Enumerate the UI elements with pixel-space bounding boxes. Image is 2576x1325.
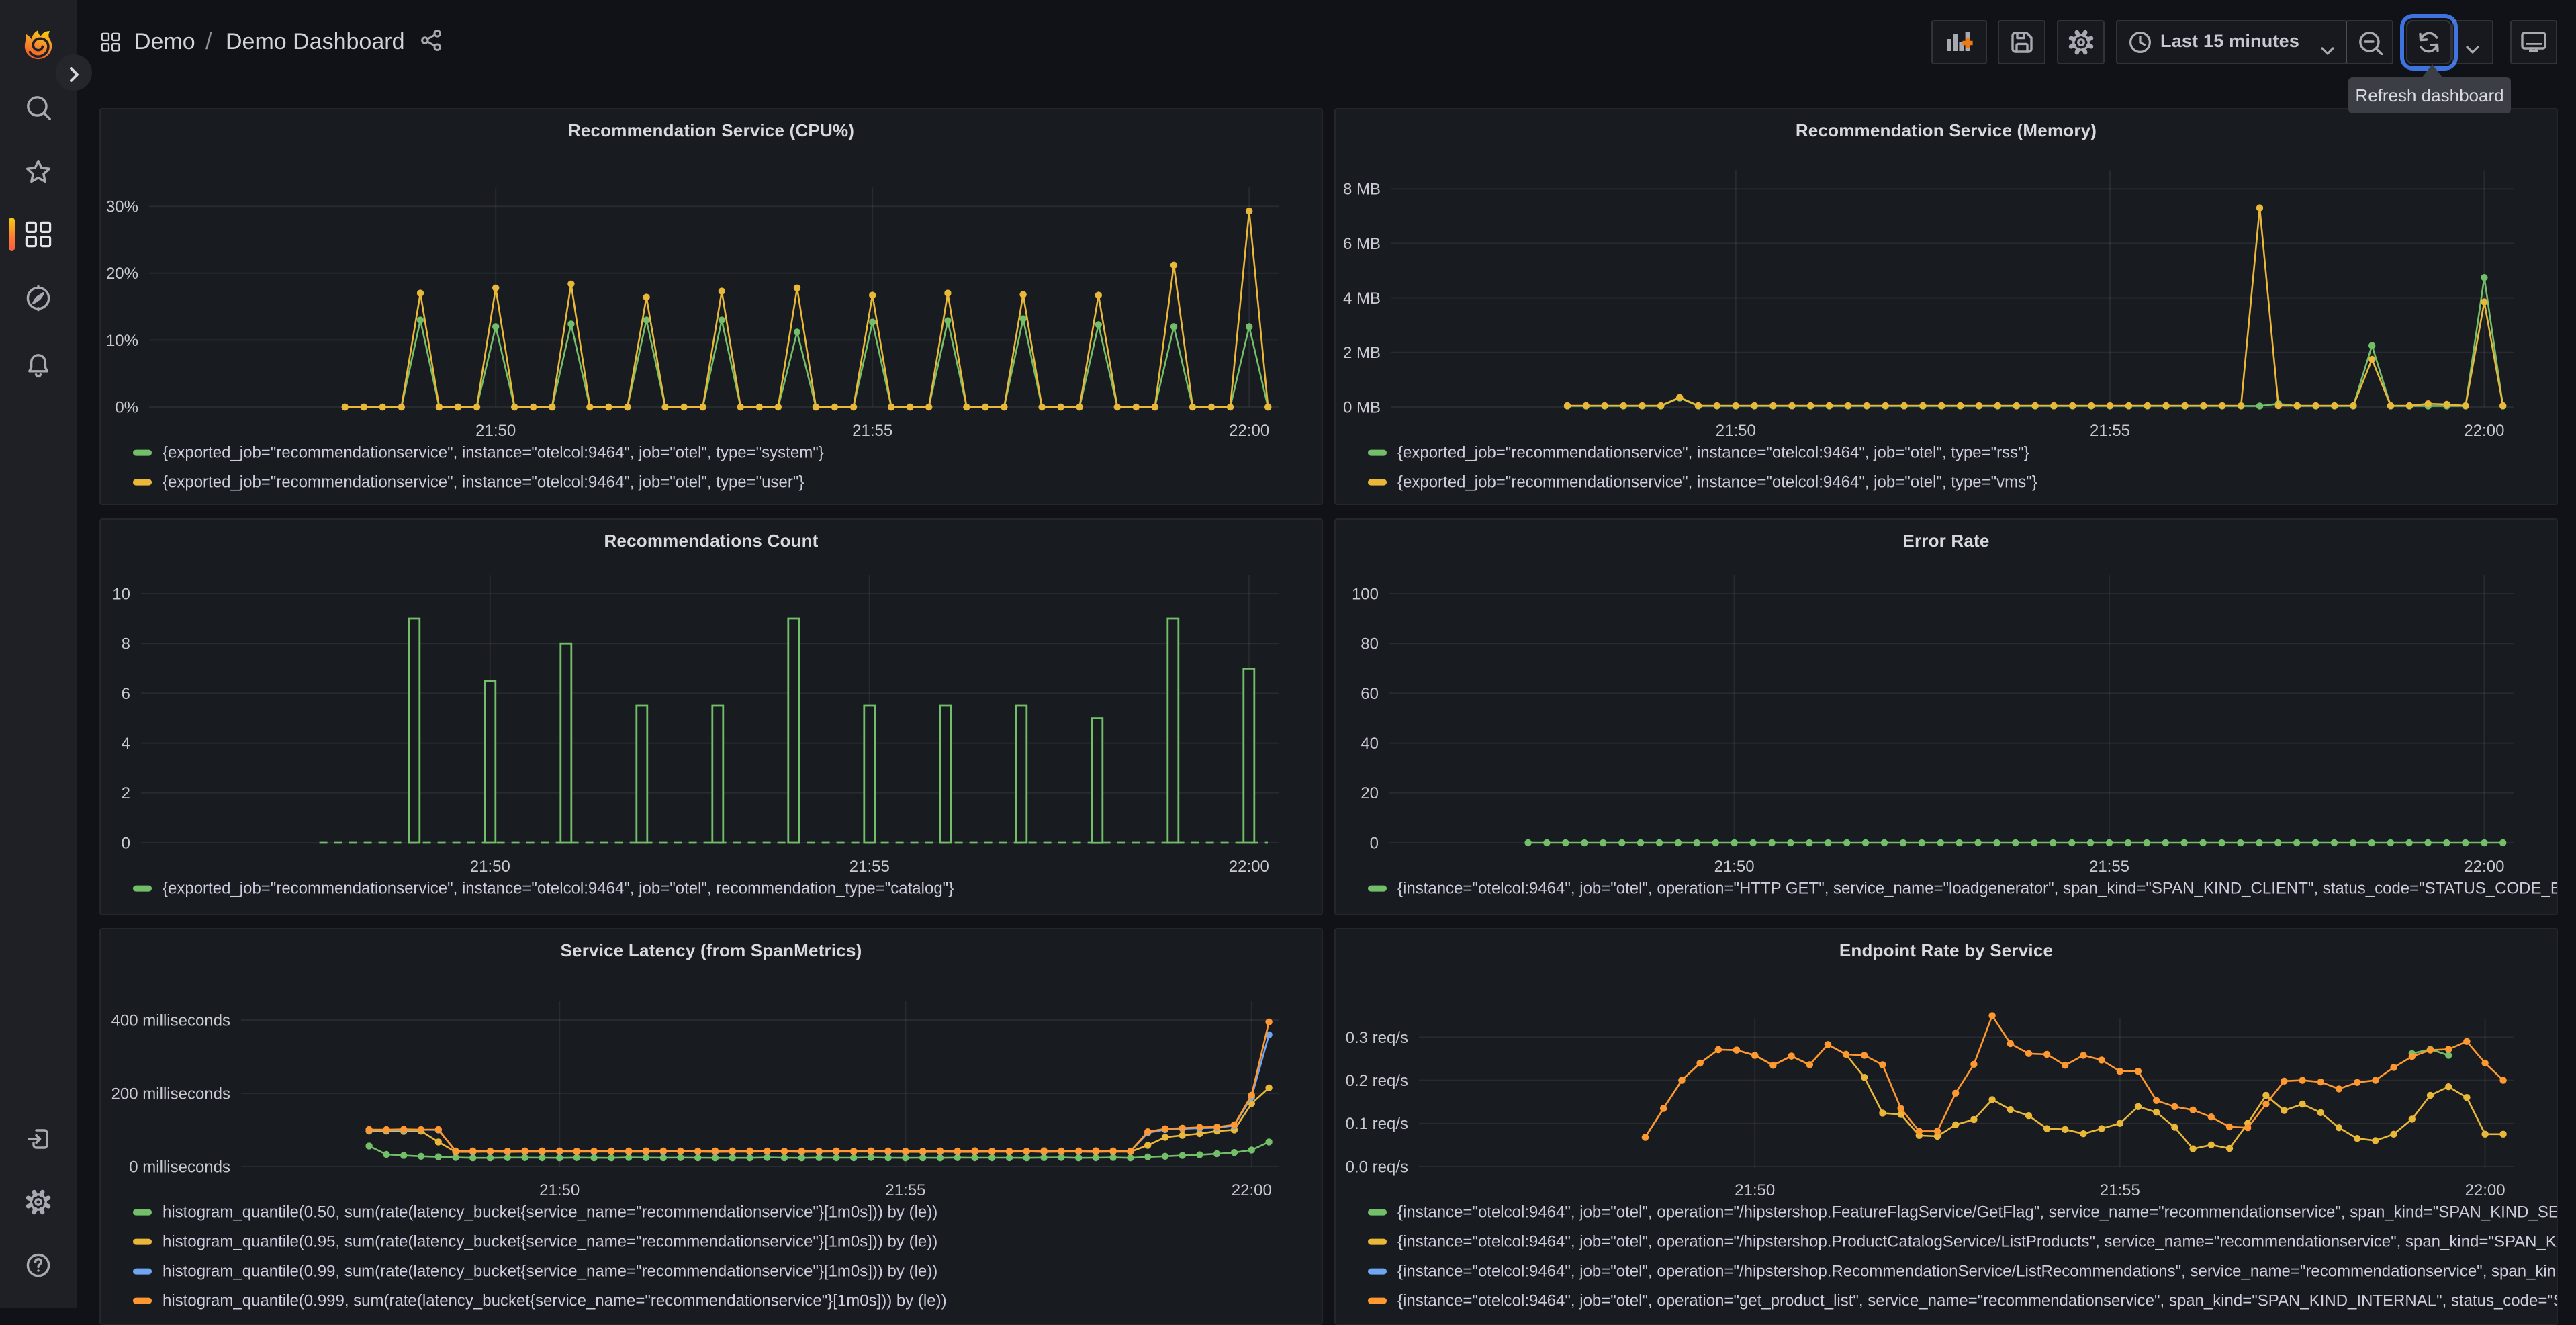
svg-text:22:00: 22:00 — [2465, 1181, 2505, 1199]
svg-text:{exported_job="recommendations: {exported_job="recommendationservice", i… — [163, 880, 954, 898]
svg-text:{exported_job="recommendations: {exported_job="recommendationservice", i… — [163, 473, 804, 492]
svg-text:21:50: 21:50 — [1735, 1181, 1775, 1199]
svg-text:0.2 req/s: 0.2 req/s — [1346, 1072, 1408, 1090]
svg-text:21:50: 21:50 — [539, 1181, 580, 1199]
svg-text:21:55: 21:55 — [852, 422, 892, 440]
svg-text:10%: 10% — [106, 332, 138, 350]
svg-text:{instance="otelcol:9464", job=: {instance="otelcol:9464", job="otel", op… — [1397, 1292, 2558, 1310]
svg-text:21:55: 21:55 — [885, 1181, 925, 1199]
svg-text:40: 40 — [1361, 735, 1379, 753]
svg-text:22:00: 22:00 — [1229, 422, 1269, 440]
svg-text:8: 8 — [122, 635, 130, 653]
svg-text:21:55: 21:55 — [2090, 422, 2130, 440]
svg-text:80: 80 — [1361, 635, 1379, 653]
svg-text:0%: 0% — [115, 398, 138, 416]
svg-text:22:00: 22:00 — [2464, 858, 2504, 876]
svg-text:histogram_quantile(0.99, sum(r: histogram_quantile(0.99, sum(rate(latenc… — [163, 1263, 937, 1281]
svg-text:0.3 req/s: 0.3 req/s — [1346, 1029, 1408, 1047]
svg-text:30%: 30% — [106, 198, 138, 216]
svg-text:20: 20 — [1361, 784, 1379, 803]
svg-text:{exported_job="recommendations: {exported_job="recommendationservice", i… — [1397, 444, 2029, 462]
svg-text:{instance="otelcol:9464", job=: {instance="otelcol:9464", job="otel", op… — [1397, 1233, 2558, 1251]
svg-text:0: 0 — [122, 834, 130, 852]
svg-text:60: 60 — [1361, 685, 1379, 703]
svg-text:2 MB: 2 MB — [1343, 344, 1381, 362]
svg-text:0 MB: 0 MB — [1343, 398, 1381, 416]
svg-text:22:00: 22:00 — [1232, 1181, 1272, 1199]
svg-text:0 milliseconds: 0 milliseconds — [129, 1158, 230, 1176]
svg-text:histogram_quantile(0.50, sum(r: histogram_quantile(0.50, sum(rate(latenc… — [163, 1203, 937, 1222]
svg-text:{exported_job="recommendations: {exported_job="recommendationservice", i… — [163, 444, 824, 462]
svg-text:6: 6 — [122, 685, 130, 703]
svg-text:4 MB: 4 MB — [1343, 289, 1381, 308]
svg-text:200 milliseconds: 200 milliseconds — [111, 1085, 230, 1103]
svg-text:21:55: 21:55 — [2089, 858, 2129, 876]
svg-text:8 MB: 8 MB — [1343, 181, 1381, 199]
svg-text:6 MB: 6 MB — [1343, 235, 1381, 253]
svg-text:10: 10 — [112, 585, 130, 603]
svg-text:21:50: 21:50 — [1716, 422, 1756, 440]
svg-text:400 milliseconds: 400 milliseconds — [111, 1011, 230, 1030]
svg-text:22:00: 22:00 — [2464, 422, 2504, 440]
svg-text:0.1 req/s: 0.1 req/s — [1346, 1115, 1408, 1133]
svg-text:20%: 20% — [106, 265, 138, 283]
svg-text:21:55: 21:55 — [849, 858, 890, 876]
svg-text:21:55: 21:55 — [2100, 1181, 2140, 1199]
svg-text:histogram_quantile(0.999, sum(: histogram_quantile(0.999, sum(rate(laten… — [163, 1292, 947, 1310]
svg-text:2: 2 — [122, 784, 130, 803]
svg-text:21:50: 21:50 — [470, 858, 510, 876]
svg-text:0.0 req/s: 0.0 req/s — [1346, 1158, 1408, 1176]
svg-text:histogram_quantile(0.95, sum(r: histogram_quantile(0.95, sum(rate(latenc… — [163, 1233, 937, 1251]
svg-text:21:50: 21:50 — [475, 422, 516, 440]
svg-text:21:50: 21:50 — [1714, 858, 1755, 876]
svg-text:{instance="otelcol:9464", job=: {instance="otelcol:9464", job="otel", op… — [1397, 1263, 2558, 1281]
svg-text:100: 100 — [1352, 585, 1379, 603]
svg-text:4: 4 — [122, 735, 130, 753]
svg-text:{exported_job="recommendations: {exported_job="recommendationservice", i… — [1397, 473, 2037, 492]
svg-text:{instance="otelcol:9464", job=: {instance="otelcol:9464", job="otel", op… — [1397, 880, 2558, 898]
svg-text:0: 0 — [1370, 834, 1379, 852]
svg-text:22:00: 22:00 — [1229, 858, 1269, 876]
svg-text:{instance="otelcol:9464", job=: {instance="otelcol:9464", job="otel", op… — [1397, 1203, 2558, 1222]
